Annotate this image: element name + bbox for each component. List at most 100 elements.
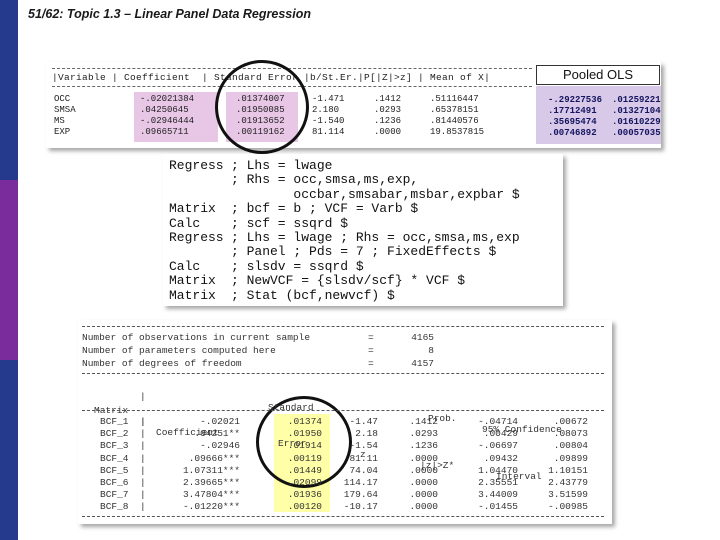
cell-p: .1236 [409,440,438,452]
table-row: | BCF_2.04251** .01950 2.18.0293.00429.0807… [82,428,607,440]
cell-z: -1.471 [312,94,345,104]
cell-z: 114.17 [343,477,378,488]
cell-p: .0000 [409,464,438,476]
cell-z: -1.54 [349,440,378,452]
code-command: Calc [169,258,201,274]
cell-coef: 3.47804*** [182,489,240,501]
code-arguments: ; bcf = b ; VCF = Varb $ [231,201,419,217]
cell-coef: -.02021 [200,416,240,427]
sidebar-top-band [0,0,18,180]
cell-hi: 1.10151 [548,464,588,476]
cell-se: .02099 [287,477,322,488]
cell-name: BCF_6 [100,477,129,488]
pooled-ols-values: -.29227536.01259221.17712491.01327104.35… [536,86,661,144]
slide-sidebar [0,0,18,540]
table-row: | BCF_6 2.39665*** .02099 114.17.0000 2.35551… [82,477,607,489]
cell-hi: .08073 [553,428,588,440]
nlogit-code-block: Regress ; Lhs = lwage; Rhs = occ,smsa,ms,… [163,154,563,306]
code-arguments: ; Rhs = occ,smsa,ms,exp, [231,172,419,188]
code-arguments: occbar,smsabar,msbar,expbar $ [231,186,520,202]
pooled-se: .01259221 [612,95,661,105]
cell-se: .01950 [287,428,322,440]
code-line: Matrix ; Stat (bcf,newvcf) $ [169,287,561,303]
table-rule [82,373,604,374]
code-line: Regress ; Lhs = lwage ; Rhs = occ,smsa,ms… [169,230,561,245]
code-line: Matrix ; NewVCF = {slsdv/scf} * VCF $ [169,273,561,288]
cell-coef: -.02021384 [140,94,195,104]
cell-mean: .81440576 [430,116,479,126]
cell-p: .0000 [409,477,438,488]
cell-lo: .09432 [483,452,518,464]
summary-label: Number of degrees of freedom [82,358,242,369]
table-row: | BCF_7 3.47804*** .01936 179.64.0000 3.44009… [82,489,607,501]
cell-z: -10.17 [343,501,378,513]
cell-p: .1412 [409,416,438,427]
cell-lo: 1.04470 [478,464,518,476]
cell-se: .01913652 [236,116,285,126]
cell-coef: .04250645 [140,105,189,115]
cell-p: .0293 [409,428,438,440]
cell-se: .01936 [287,489,322,501]
cell-coef: .09665711 [140,127,189,137]
code-arguments: ; slsdv = ssqrd $ [231,258,364,274]
cell-se: .01374007 [236,94,285,104]
pooled-ols-label: Pooled OLS [536,65,660,85]
pooled-coef: .17712491 [548,106,597,116]
cell-se: .01449 [287,464,322,476]
table-row: | BCF_4.09666*** .00119 81.11.0000.09432.09… [82,453,607,465]
table-row: | BCF_3 -.02946.01914 -1.54.1236 -.06697.008… [82,440,607,452]
cell-se: .00120 [287,501,322,513]
table-row: EXP .09665711 .00119162 81.114 .0000 19.85378… [52,127,532,138]
cell-se: .01914 [287,440,322,452]
cell-p: .0000 [409,501,438,513]
code-line: Calc ; scf = ssqrd $ [169,215,561,231]
cell-name: BCF_7 [100,489,129,501]
slide-title: 51/62: Topic 1.3 – Linear Panel Data Reg… [28,7,311,21]
cell-coef: -.02946 [200,440,240,452]
cell-se: .01374 [287,416,322,427]
table-row: MS -.02946444 .01913652 -1.540 .1236 .8144057… [52,116,532,127]
cell-z: 81.114 [312,127,345,137]
cell-z: 179.64 [343,489,378,501]
pooled-se: .01327104 [612,106,661,116]
cell-hi: .00672 [553,416,588,427]
cell-name: BCF_4 [100,452,129,464]
cell-p: .1412 [374,94,402,104]
cell-coef: -.02946444 [140,116,195,126]
summary-label: Number of observations in current sample [82,332,311,343]
summary-value: 4165 [411,332,434,343]
pooled-coef: .35695474 [548,117,597,127]
summary-line: Number of observations in current sample… [82,332,607,344]
code-command: Matrix [169,287,216,303]
matrix-stat-output: Number of observations in current sample… [78,320,612,524]
cell-coef: -.01220*** [182,501,240,513]
cell-p: .0000 [374,127,402,137]
code-line: Regress ; Lhs = lwage [169,158,561,173]
cell-se: .00119162 [236,127,285,137]
table-rule [82,516,604,517]
code-line: occbar,smsabar,msbar,expbar $ [169,186,561,202]
cell-lo: -.06697 [478,440,518,452]
pooled-ols-row: .35695474 .01610229 [540,117,661,128]
cell-lo: 2.35551 [478,477,518,488]
table-row: | BCF_1 -.02021.01374 -1.47.1412 -.04714.006… [82,416,607,428]
cell-p: .0000 [409,452,438,464]
pooled-se: .01610229 [612,117,661,127]
cell-hi: .09899 [553,452,588,464]
summary-value: 8 [428,345,434,356]
pooled-ols-row: -.29227536 .01259221 [540,95,661,106]
cell-z: -1.47 [349,416,378,427]
cell-mean: .51116447 [430,94,479,104]
cell-lo: -.04714 [478,416,518,427]
sidebar-middle-band [0,180,18,360]
cell-z: -1.540 [312,116,345,126]
header-row-2: Matrix | Coefficient Error z |z|>Z* Inte… [82,394,607,482]
cell-hi: 2.43779 [548,477,588,488]
sidebar-bottom-band [0,360,18,540]
cell-lo: .00429 [483,428,518,440]
summary-equals: = [368,332,374,343]
cell-var: MS [54,116,65,126]
code-command: Calc [169,215,201,231]
code-command: Regress [169,158,224,173]
cell-se: .00119 [287,452,322,464]
